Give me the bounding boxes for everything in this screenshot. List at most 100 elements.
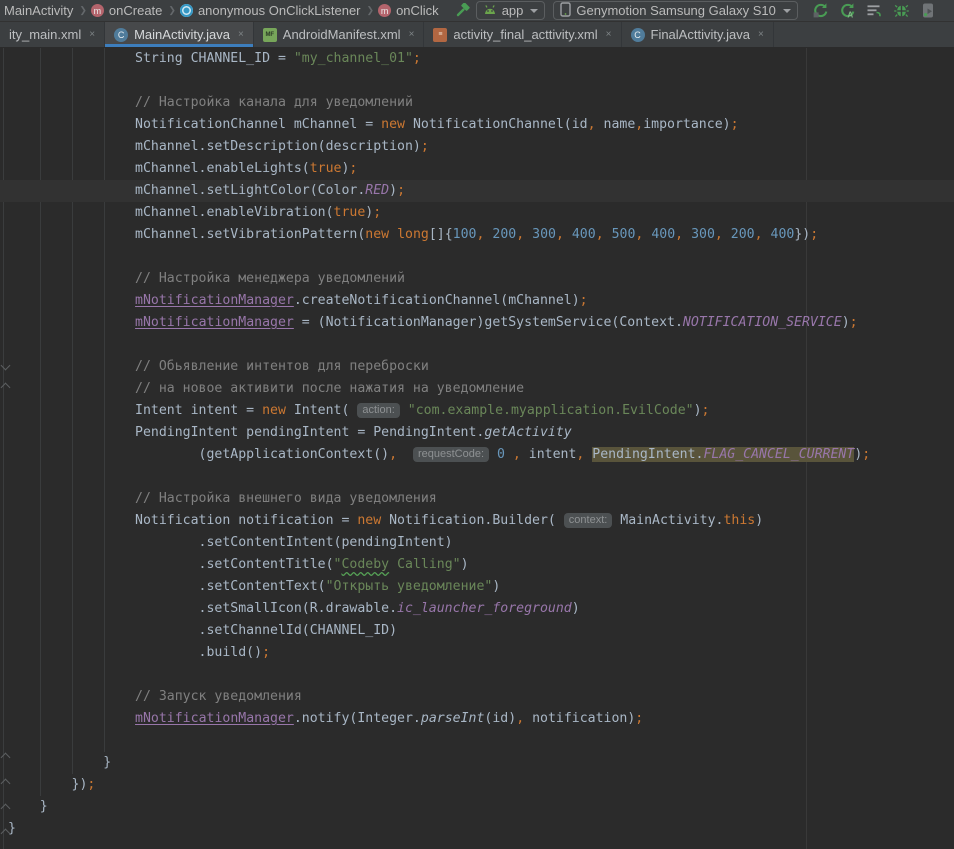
code-line[interactable]: mChannel.enableVibration(true); <box>0 202 954 224</box>
close-tab-icon[interactable]: × <box>606 29 612 40</box>
code-token: = (NotificationManager)getSystemService(… <box>294 315 683 330</box>
code-line[interactable]: // Настройка внешнего вида уведомления <box>0 488 954 510</box>
code-line[interactable]: mChannel.setDescription(description); <box>0 136 954 158</box>
code-line[interactable]: } <box>0 818 954 840</box>
code-area[interactable]: String CHANNEL_ID = "my_channel_01"; // … <box>0 48 954 840</box>
code-token: 0 <box>497 447 505 462</box>
code-line[interactable]: NotificationChannel mChannel = new Notif… <box>0 114 954 136</box>
close-tab-icon[interactable]: × <box>89 29 95 40</box>
code-token: .setSmallIcon(R.drawable. <box>8 601 397 616</box>
profile-device-icon[interactable] <box>920 2 937 19</box>
code-token: ic_launcher_foreground <box>397 601 572 616</box>
code-line[interactable] <box>0 466 954 488</box>
code-line[interactable]: .setChannelId(CHANNEL_ID) <box>0 620 954 642</box>
method-icon: m <box>91 4 104 17</box>
code-line[interactable] <box>0 70 954 92</box>
code-token: .setContentIntent(pendingIntent) <box>8 535 453 550</box>
code-token: .setChannelId(CHANNEL_ID) <box>8 623 397 638</box>
code-line[interactable]: }); <box>0 774 954 796</box>
device-label: Genymotion Samsung Galaxy S10 <box>576 3 775 18</box>
code-line[interactable]: // Настройка канала для уведомлений <box>0 92 954 114</box>
code-token: , <box>588 117 596 132</box>
code-line[interactable]: .setContentTitle("Codeby Calling") <box>0 554 954 576</box>
code-token: // Запуск уведомления <box>8 689 302 704</box>
code-line[interactable]: mChannel.setVibrationPattern(new long[]{… <box>0 224 954 246</box>
code-line[interactable]: String CHANNEL_ID = "my_channel_01"; <box>0 48 954 70</box>
code-line[interactable]: .build(); <box>0 642 954 664</box>
code-line[interactable] <box>0 664 954 686</box>
code-line[interactable]: Intent intent = new Intent( action: "com… <box>0 400 954 422</box>
code-token: ; <box>731 117 739 132</box>
code-token: mChannel.enableVibration( <box>8 205 334 220</box>
code-line[interactable]: // Настройка менеджера уведомлений <box>0 268 954 290</box>
debug-bug-icon[interactable] <box>893 2 910 19</box>
code-line[interactable]: .setSmallIcon(R.drawable.ic_launcher_for… <box>0 598 954 620</box>
code-token: "my_channel_01" <box>294 51 413 66</box>
code-line[interactable]: Notification notification = new Notifica… <box>0 510 954 532</box>
code-token: // Настройка канала для уведомлений <box>8 95 413 110</box>
profiler-list-icon[interactable] <box>866 2 883 19</box>
breadcrumb-item[interactable]: anonymous OnClickListener <box>180 3 363 18</box>
code-token: .setContentText( <box>8 579 326 594</box>
code-line[interactable]: mNotificationManager = (NotificationMana… <box>0 312 954 334</box>
code-line[interactable]: mChannel.setLightColor(Color.RED); <box>0 180 954 202</box>
manifest-file-icon: MF <box>263 28 277 42</box>
close-tab-icon[interactable]: × <box>409 29 415 40</box>
code-line[interactable]: mNotificationManager.createNotificationC… <box>0 290 954 312</box>
tab-activity_final_acttivity.xml[interactable]: ≡ activity_final_acttivity.xml × <box>424 22 621 47</box>
code-token: mNotificationManager <box>135 711 294 726</box>
code-line[interactable]: } <box>0 796 954 818</box>
device-select[interactable]: Genymotion Samsung Galaxy S10 <box>553 1 797 20</box>
breadcrumb-item[interactable]: MainActivity <box>2 3 75 18</box>
breadcrumb-item[interactable]: monCreate <box>91 3 164 18</box>
code-line[interactable]: // Запуск уведомления <box>0 686 954 708</box>
code-line[interactable]: // на новое активити после нажатия на ув… <box>0 378 954 400</box>
tab-AndroidManifest.xml[interactable]: MFAndroidManifest.xml× <box>254 22 425 47</box>
code-line[interactable]: mChannel.enableLights(true); <box>0 158 954 180</box>
code-token: NOTIFICATION_SERVICE <box>683 315 842 330</box>
code-line[interactable]: } <box>0 752 954 774</box>
tab-ity_main.xml[interactable]: ity_main.xml× <box>0 22 105 47</box>
code-token <box>763 227 771 242</box>
code-token: Intent( <box>286 403 357 418</box>
layout-xml-file-icon: ≡ <box>433 28 447 42</box>
code-token: ; <box>702 403 710 418</box>
code-token: }) <box>8 777 87 792</box>
code-token: 300 <box>532 227 556 242</box>
tab-MainActivity.java[interactable]: CMainActivity.java× <box>105 22 254 47</box>
tab-label: activity_final_acttivity.xml <box>453 27 597 42</box>
breadcrumb-separator-icon: ❯ <box>164 5 180 16</box>
apply-changes-icon[interactable] <box>812 2 829 19</box>
code-line[interactable]: mNotificationManager.notify(Integer.pars… <box>0 708 954 730</box>
code-line[interactable]: (getApplicationContext(), requestCode: 0… <box>0 444 954 466</box>
parameter-hint: context: <box>564 513 613 528</box>
code-token: ) <box>389 183 397 198</box>
code-token: Calling" <box>389 557 460 572</box>
apply-code-changes-icon[interactable]: A <box>839 2 856 19</box>
tab-FinalActtivity.java[interactable]: CFinalActtivity.java× <box>622 22 774 47</box>
tab-label: FinalActtivity.java <box>651 27 750 42</box>
close-tab-icon[interactable]: × <box>238 29 244 40</box>
code-line[interactable] <box>0 730 954 752</box>
code-token: .notify(Integer. <box>294 711 421 726</box>
code-token: PendingIntent. <box>592 447 703 462</box>
breadcrumb-item[interactable]: monClick <box>378 3 441 18</box>
code-token: .build() <box>8 645 262 660</box>
build-hammer-icon[interactable] <box>455 2 472 19</box>
code-line[interactable]: .setContentText("Открыть уведомление") <box>0 576 954 598</box>
code-line[interactable] <box>0 246 954 268</box>
code-token: , <box>755 227 763 242</box>
code-token <box>564 227 572 242</box>
run-configuration-select[interactable]: app <box>476 1 546 20</box>
code-line[interactable]: // Обьявление интентов для переброски <box>0 356 954 378</box>
close-tab-icon[interactable]: × <box>758 29 764 40</box>
code-token: ; <box>635 711 643 726</box>
code-line[interactable]: PendingIntent pendingIntent = PendingInt… <box>0 422 954 444</box>
code-line[interactable]: .setContentIntent(pendingIntent) <box>0 532 954 554</box>
code-token: mChannel.setLightColor(Color. <box>8 183 365 198</box>
code-token: 400 <box>572 227 596 242</box>
code-token: Notification notification = <box>8 513 357 528</box>
code-line[interactable] <box>0 334 954 356</box>
editor-pane[interactable]: String CHANNEL_ID = "my_channel_01"; // … <box>0 48 954 849</box>
code-token: ; <box>413 51 421 66</box>
